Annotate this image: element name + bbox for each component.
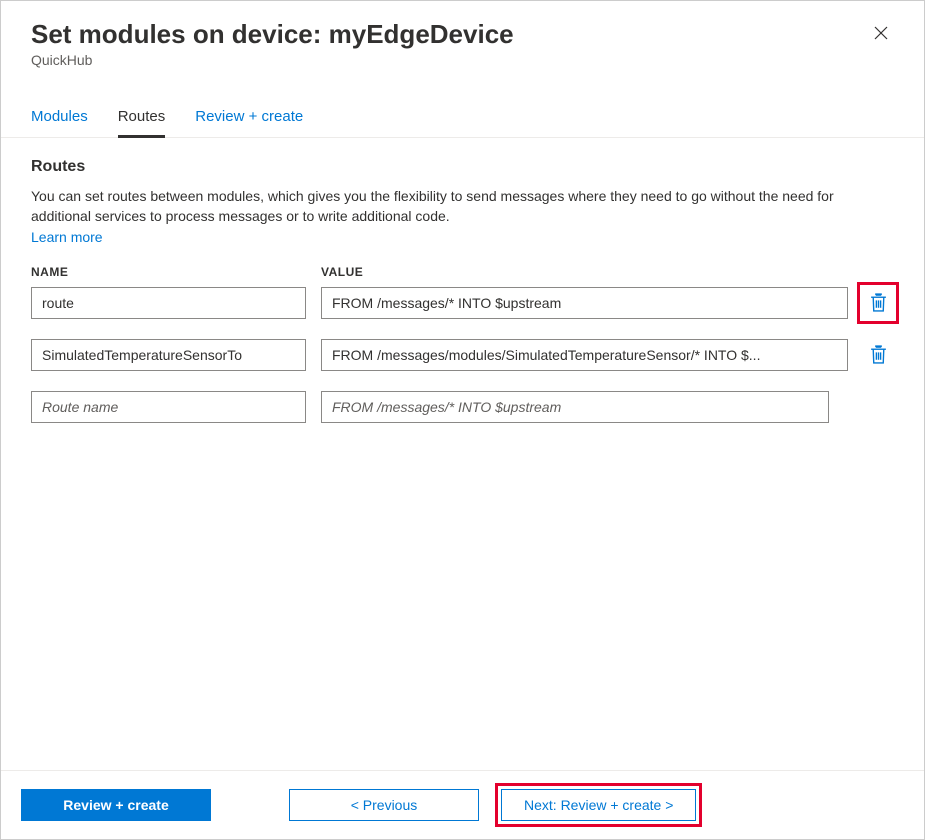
route-value-input[interactable] bbox=[321, 287, 848, 319]
close-icon bbox=[874, 26, 888, 40]
tab-bar: Modules Routes Review + create bbox=[1, 76, 924, 138]
column-header-name: NAME bbox=[31, 265, 306, 279]
delete-route-button[interactable] bbox=[862, 339, 894, 371]
tab-routes[interactable]: Routes bbox=[118, 100, 166, 138]
route-value-input[interactable] bbox=[321, 339, 848, 371]
trash-icon bbox=[870, 293, 887, 312]
hub-name: QuickHub bbox=[31, 52, 514, 68]
table-row bbox=[31, 339, 894, 371]
table-row-new bbox=[31, 391, 894, 423]
new-route-value-input[interactable] bbox=[321, 391, 829, 423]
page-title: Set modules on device: myEdgeDevice bbox=[31, 19, 514, 50]
content-area: Routes You can set routes between module… bbox=[1, 138, 924, 770]
trash-icon bbox=[870, 345, 887, 364]
tab-modules[interactable]: Modules bbox=[31, 100, 88, 138]
route-name-input[interactable] bbox=[31, 287, 306, 319]
table-row bbox=[31, 287, 894, 319]
previous-button[interactable]: < Previous bbox=[289, 789, 479, 821]
next-button[interactable]: Next: Review + create > bbox=[501, 789, 696, 821]
route-name-input[interactable] bbox=[31, 339, 306, 371]
review-create-button[interactable]: Review + create bbox=[21, 789, 211, 821]
delete-route-button[interactable] bbox=[862, 287, 894, 319]
close-button[interactable] bbox=[868, 19, 894, 49]
footer-bar: Review + create < Previous Next: Review … bbox=[1, 770, 924, 839]
section-title: Routes bbox=[31, 158, 894, 176]
learn-more-link[interactable]: Learn more bbox=[31, 229, 103, 245]
section-description: You can set routes between modules, whic… bbox=[31, 186, 894, 227]
tab-review-create[interactable]: Review + create bbox=[195, 100, 303, 138]
new-route-name-input[interactable] bbox=[31, 391, 306, 423]
column-header-value: VALUE bbox=[321, 265, 829, 279]
